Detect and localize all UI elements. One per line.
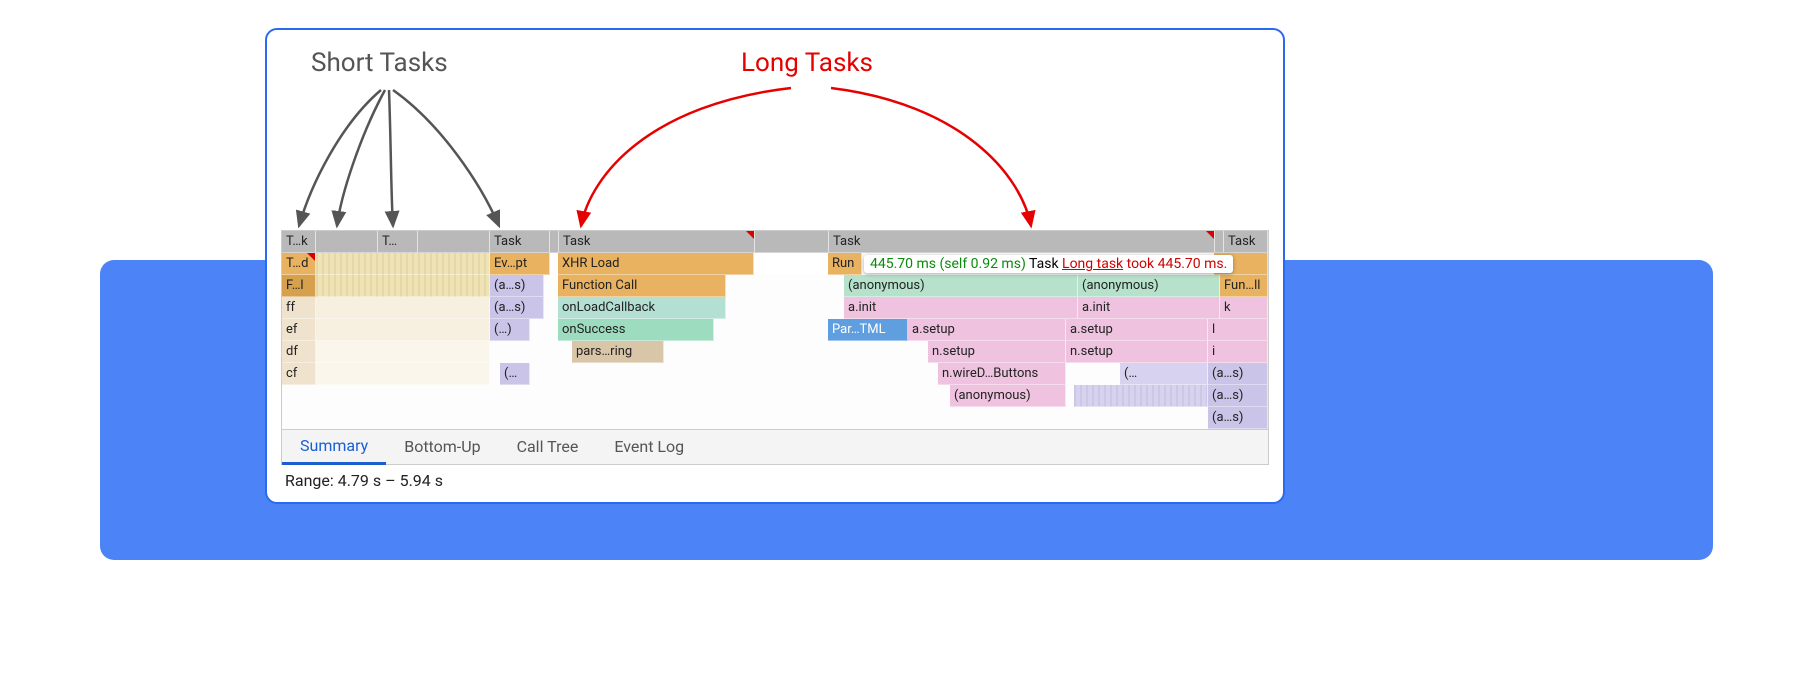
flame-bar[interactable]: ef	[282, 319, 316, 341]
tooltip-label: Task	[1029, 256, 1059, 272]
flame-bar[interactable]: a.setup	[908, 319, 1066, 341]
task-bar[interactable]: T…	[378, 231, 418, 253]
flame-bar[interactable]: n.setup	[928, 341, 1066, 363]
flame-bar-mini[interactable]	[1074, 385, 1208, 407]
flame-bar[interactable]: k	[1220, 297, 1268, 319]
flame-row: df pars…ring n.setup n.setup i	[282, 341, 1268, 363]
flame-bar[interactable]: df	[282, 341, 316, 363]
flame-bar[interactable]: (anonymous)	[844, 275, 1078, 297]
detail-tabs: Summary Bottom-Up Call Tree Event Log	[281, 429, 1269, 465]
flame-bar[interactable]: (…)	[490, 319, 530, 341]
flame-bar[interactable]: Par…TML	[828, 319, 908, 341]
task-row: T…k T… Task Task Task Task	[282, 231, 1268, 253]
task-bar[interactable]: Task	[1224, 231, 1268, 253]
flame-bar[interactable]: (anonymous)	[1078, 275, 1220, 297]
flame-row: F…l (a…s) Function Call (anonymous) (ano…	[282, 275, 1268, 297]
flame-bar[interactable]: (a…s)	[1208, 407, 1268, 429]
flame-bar[interactable]: Run	[828, 253, 862, 275]
devtools-performance-panel: Short Tasks Long Tasks	[265, 28, 1285, 504]
task-gap	[755, 231, 829, 253]
tab-event-log[interactable]: Event Log	[596, 429, 702, 465]
task-bar[interactable]: Task	[490, 231, 550, 253]
flame-bar[interactable]: l	[1208, 319, 1268, 341]
flame-bar[interactable]: (…	[500, 363, 530, 385]
tooltip-time: 445.70 ms (self 0.92 ms)	[870, 256, 1026, 272]
flame-row: (anonymous) (a…s)	[282, 385, 1268, 407]
tab-summary[interactable]: Summary	[282, 429, 386, 465]
range-text: Range: 4.79 s – 5.94 s	[281, 465, 1269, 492]
task-tooltip: 445.70 ms (self 0.92 ms) Task Long task …	[864, 255, 1233, 273]
flame-bar[interactable]: T…d	[282, 253, 316, 275]
task-gap	[316, 231, 378, 253]
tooltip-link[interactable]: Long task	[1062, 256, 1123, 272]
flame-bar[interactable]: Fun…ll	[1220, 275, 1268, 297]
annotation-layer: Short Tasks Long Tasks	[281, 44, 1269, 230]
flame-bar[interactable]: i	[1208, 341, 1268, 363]
flame-bar[interactable]: (a…s)	[490, 275, 544, 297]
task-bar[interactable]: T…k	[282, 231, 316, 253]
flame-bar[interactable]: ff	[282, 297, 316, 319]
flame-row: cf (… n.wireD…Buttons (… (a…s)	[282, 363, 1268, 385]
task-gap	[418, 231, 490, 253]
flame-bar-mini[interactable]	[316, 363, 490, 385]
flame-bar-mini[interactable]	[316, 297, 490, 319]
flame-bar[interactable]: n.setup	[1066, 341, 1208, 363]
flame-bar[interactable]: (a…s)	[1208, 385, 1268, 407]
flame-bar[interactable]: (a…s)	[490, 297, 544, 319]
flame-gap	[754, 253, 828, 275]
tooltip-rest: took 445.70 ms.	[1127, 256, 1228, 272]
flame-bar-mini[interactable]	[316, 275, 490, 297]
flame-row: ef (…) onSuccess Par…TML a.setup a.setup…	[282, 319, 1268, 341]
flame-bar[interactable]: onLoadCallback	[558, 297, 726, 319]
flame-bar[interactable]: XHR Load	[558, 253, 754, 275]
tab-call-tree[interactable]: Call Tree	[499, 429, 597, 465]
flame-bar[interactable]: Function Call	[558, 275, 726, 297]
annotation-short-tasks: Short Tasks	[311, 48, 448, 78]
flame-bar[interactable]: pars…ring	[572, 341, 664, 363]
flame-bar[interactable]: (a…s)	[1208, 363, 1268, 385]
flame-bar[interactable]: F…l	[282, 275, 316, 297]
flame-bar[interactable]: cf	[282, 363, 316, 385]
flame-bar-mini[interactable]	[316, 253, 490, 275]
annotation-long-tasks: Long Tasks	[741, 48, 873, 78]
flame-bar[interactable]: (anonymous)	[950, 385, 1066, 407]
flame-bar[interactable]: a.setup	[1066, 319, 1208, 341]
task-bar-long[interactable]: Task	[829, 231, 1215, 253]
flame-chart[interactable]: T…k T… Task Task Task Task T…d Ev…pt XHR…	[281, 230, 1269, 429]
flame-bar[interactable]: onSuccess	[558, 319, 714, 341]
tab-bottom-up[interactable]: Bottom-Up	[386, 429, 498, 465]
flame-bar[interactable]: a.init	[844, 297, 1078, 319]
task-bar-long[interactable]: Task	[559, 231, 755, 253]
task-gap	[1215, 231, 1224, 253]
flame-bar[interactable]: n.wireD…Buttons	[938, 363, 1066, 385]
flame-bar-mini[interactable]	[316, 341, 490, 363]
flame-bar-mini[interactable]	[316, 319, 490, 341]
task-gap	[550, 231, 559, 253]
flame-row: (a…s)	[282, 407, 1268, 429]
flame-row: ff (a…s) onLoadCallback a.init a.init k	[282, 297, 1268, 319]
flame-bar[interactable]: Ev…pt	[490, 253, 550, 275]
flame-bar[interactable]: a.init	[1078, 297, 1220, 319]
flame-bar[interactable]: (…	[1120, 363, 1208, 385]
